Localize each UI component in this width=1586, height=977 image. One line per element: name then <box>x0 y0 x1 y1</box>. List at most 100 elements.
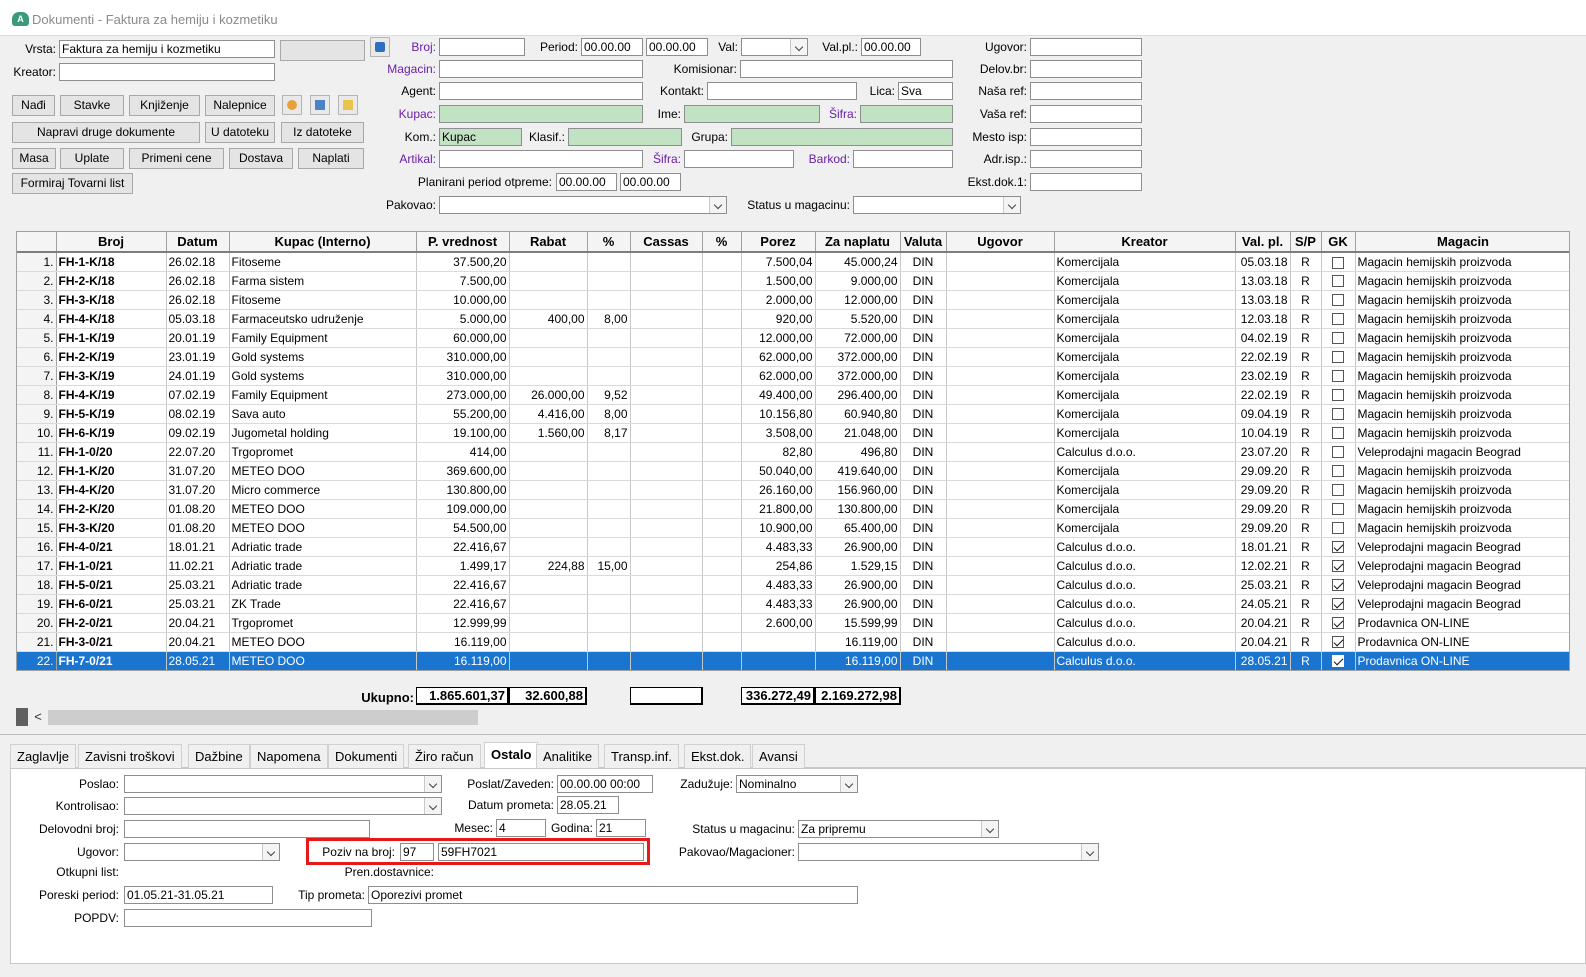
iz-datoteke-button[interactable]: Iz datoteke <box>281 122 364 143</box>
column-header[interactable] <box>17 232 57 253</box>
ime-input[interactable] <box>684 105 820 123</box>
column-header[interactable]: Rabat <box>509 232 588 253</box>
chevron-down-icon[interactable] <box>424 776 441 792</box>
popdv-input[interactable] <box>124 909 372 927</box>
chevron-down-icon[interactable] <box>709 197 726 213</box>
tab-zaglavlje[interactable]: Zaglavlje <box>10 744 77 768</box>
broj-input[interactable] <box>439 38 525 56</box>
gk-checkbox[interactable] <box>1332 313 1344 326</box>
poziv-na-broj-input[interactable]: 59FH7021 <box>438 843 644 861</box>
nalepnice-button[interactable]: Nalepnice <box>205 95 275 116</box>
document-icon[interactable] <box>338 95 358 115</box>
transport-icon[interactable] <box>370 37 390 57</box>
gk-checkbox[interactable] <box>1332 332 1344 345</box>
column-header[interactable]: Datum <box>166 232 230 253</box>
vasaref-input[interactable] <box>1030 105 1142 123</box>
klasif-input[interactable] <box>568 128 682 146</box>
godina-input[interactable]: 21 <box>596 819 646 837</box>
poreski-input[interactable]: 01.05.21-31.05.21 <box>124 886 273 904</box>
naplati-button[interactable]: Naplati <box>298 148 364 169</box>
gk-checkbox[interactable] <box>1332 370 1344 383</box>
users-icon[interactable] <box>282 95 302 115</box>
column-header[interactable]: Ugovor <box>946 232 1055 253</box>
gk-checkbox[interactable] <box>1332 636 1344 649</box>
gk-checkbox[interactable] <box>1332 503 1344 516</box>
column-header[interactable]: GK <box>1321 232 1356 253</box>
tab-transp-inf-[interactable]: Transp.inf. <box>604 744 679 768</box>
table-row[interactable]: 22. FH-7-0/21 28.05.21 METEO DOO 16.119,00 16… <box>17 651 1569 670</box>
chevron-down-icon[interactable] <box>262 844 279 860</box>
artikal-input[interactable] <box>439 150 643 168</box>
gk-checkbox[interactable] <box>1332 598 1344 611</box>
masa-button[interactable]: Masa <box>12 148 56 169</box>
table-row[interactable]: 15. FH-3-K/20 01.08.20 METEO DOO 54.500,00 10… <box>17 518 1569 538</box>
gk-checkbox[interactable] <box>1332 446 1344 459</box>
period-from-input[interactable]: 00.00.00 <box>581 38 643 56</box>
barkod-input[interactable] <box>853 150 953 168</box>
table-row[interactable]: 6. FH-2-K/19 23.01.19 Gold systems 310.000,0… <box>17 347 1569 367</box>
napravi-druge-dokumente-button[interactable]: Napravi druge dokumente <box>12 122 200 143</box>
datum-prometa-input[interactable]: 28.05.21 <box>557 796 619 814</box>
column-header[interactable]: Val. pl. <box>1235 232 1291 253</box>
documents-grid[interactable]: Broj Datum Kupac (Interno) P. vrednost Rabat… <box>16 231 1570 671</box>
nadji-button[interactable]: Nađi <box>12 95 55 116</box>
chevron-down-icon[interactable] <box>424 798 441 814</box>
stavke-button[interactable]: Stavke <box>60 95 124 116</box>
column-header[interactable]: % <box>702 232 742 253</box>
table-row[interactable]: 13. FH-4-K/20 31.07.20 Micro commerce 130.80… <box>17 480 1569 500</box>
gk-checkbox[interactable] <box>1332 275 1344 288</box>
gk-checkbox[interactable] <box>1332 560 1344 573</box>
chevron-down-icon[interactable] <box>981 821 998 837</box>
gk-checkbox[interactable] <box>1332 617 1344 630</box>
status-select[interactable] <box>853 196 1021 214</box>
ugovor2-select[interactable] <box>124 843 280 861</box>
pakovao-magacioner-select[interactable] <box>798 843 1099 861</box>
val-select[interactable] <box>741 38 808 56</box>
valpl-input[interactable]: 00.00.00 <box>861 38 921 56</box>
gk-checkbox[interactable] <box>1332 465 1344 478</box>
table-row[interactable]: 7. FH-3-K/19 24.01.19 Gold systems 310.000,0… <box>17 366 1569 386</box>
table-row[interactable]: 8. FH-4-K/19 07.02.19 Family Equipment 273.0… <box>17 385 1569 405</box>
column-header[interactable]: % <box>587 232 631 253</box>
table-row[interactable]: 2. FH-2-K/18 26.02.18 Farma sistem 7.500,00 1… <box>17 271 1569 291</box>
table-row[interactable]: 5. FH-1-K/19 20.01.19 Family Equipment 60.00… <box>17 328 1569 348</box>
table-row[interactable]: 17. FH-1-0/21 11.02.21 Adriatic trade 1.499,… <box>17 556 1569 576</box>
agent-input[interactable] <box>439 82 643 100</box>
tab-avansi[interactable]: Avansi <box>752 744 805 768</box>
mestoisp-input[interactable] <box>1030 128 1142 146</box>
tab-zavisni-tro-kovi[interactable]: Zavisni troškovi <box>78 744 182 768</box>
uplate-button[interactable]: Uplate <box>60 148 124 169</box>
primeni-cene-button[interactable]: Primeni cene <box>129 148 224 169</box>
column-header[interactable]: Kreator <box>1054 232 1236 253</box>
column-header[interactable]: Kupac (Interno) <box>229 232 417 253</box>
table-row[interactable]: 9. FH-5-K/19 08.02.19 Sava auto 55.200,00 4.4… <box>17 404 1569 424</box>
chevron-down-icon[interactable] <box>1003 197 1020 213</box>
tip-prometa-input[interactable]: Oporezivi promet <box>368 886 858 904</box>
chevron-down-icon[interactable] <box>790 39 807 55</box>
column-header[interactable]: P. vrednost <box>416 232 510 253</box>
table-row[interactable]: 11. FH-1-0/20 22.07.20 Trgopromet 414,00 82,8… <box>17 442 1569 462</box>
column-header[interactable]: Magacin <box>1355 232 1569 253</box>
tab-da-bine[interactable]: Dažbine <box>188 744 250 768</box>
delovbr-input[interactable] <box>1030 60 1142 78</box>
status-magacin-select[interactable]: Za pripremu <box>798 820 999 838</box>
delovodni-input[interactable] <box>124 820 370 838</box>
komisionar-input[interactable] <box>740 60 953 78</box>
ekstdok-input[interactable] <box>1030 173 1142 191</box>
column-header[interactable]: Za naplatu <box>815 232 901 253</box>
table-row[interactable]: 19. FH-6-0/21 25.03.21 ZK Trade 22.416,67 4.4… <box>17 594 1569 614</box>
kreator-input[interactable] <box>59 63 275 81</box>
gk-checkbox[interactable] <box>1332 541 1344 554</box>
table-row[interactable]: 21. FH-3-0/21 20.04.21 METEO DOO 16.119,00 16… <box>17 632 1569 652</box>
gk-checkbox[interactable] <box>1332 484 1344 497</box>
tab-napomena[interactable]: Napomena <box>250 744 328 768</box>
gk-checkbox[interactable] <box>1332 408 1344 421</box>
sifra2-input[interactable] <box>684 150 794 168</box>
gk-checkbox[interactable] <box>1332 579 1344 592</box>
kupac-input[interactable] <box>439 105 643 123</box>
column-header[interactable]: Valuta <box>900 232 947 253</box>
column-header[interactable]: Broj <box>56 232 167 253</box>
chevron-down-icon[interactable] <box>840 776 857 792</box>
gk-checkbox[interactable] <box>1332 427 1344 440</box>
column-header[interactable]: Cassas <box>630 232 703 253</box>
